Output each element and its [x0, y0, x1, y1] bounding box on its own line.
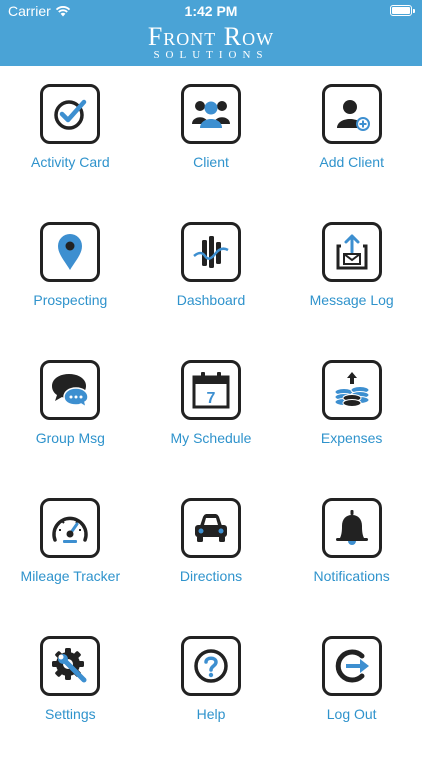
- bell-icon: [335, 510, 368, 545]
- logout-icon: [335, 649, 369, 683]
- menu-log-out[interactable]: Log Out: [281, 636, 422, 774]
- chat-bubbles-icon: [52, 374, 90, 409]
- brand-logo: Front Row SOLUTIONS: [0, 24, 422, 61]
- settings-gear-icon: [52, 648, 87, 683]
- menu-my-schedule[interactable]: 7 My Schedule: [141, 360, 282, 498]
- coins-icon: [334, 372, 370, 407]
- calendar-day-text: 7: [207, 390, 216, 407]
- menu-notifications[interactable]: Notifications: [281, 498, 422, 636]
- menu-label: Add Client: [319, 154, 384, 170]
- check-circle-icon: [54, 99, 87, 130]
- add-user-icon: [336, 100, 370, 131]
- menu-directions[interactable]: Directions: [141, 498, 282, 636]
- menu-label: Prospecting: [33, 292, 108, 308]
- car-icon: [194, 514, 227, 542]
- menu-add-client[interactable]: Add Client: [281, 84, 422, 222]
- menu-label: Log Out: [326, 706, 377, 722]
- map-pin-icon: [58, 234, 83, 270]
- menu-group-msg[interactable]: Group Msg: [0, 360, 141, 498]
- calendar-icon: 7: [192, 372, 230, 409]
- menu-dashboard[interactable]: Dashboard: [141, 222, 282, 360]
- battery-icon: [390, 5, 415, 16]
- menu-settings[interactable]: Settings: [0, 636, 141, 774]
- menu-grid: Activity Card Client Add Client Prospect…: [0, 84, 422, 774]
- help-icon: [194, 649, 228, 683]
- menu-mileage-tracker[interactable]: Mileage Tracker: [0, 498, 141, 636]
- menu-help[interactable]: Help: [141, 636, 282, 774]
- menu-client[interactable]: Client: [141, 84, 282, 222]
- menu-label: Group Msg: [35, 430, 105, 446]
- menu-label: Settings: [45, 706, 96, 722]
- menu-label: My Schedule: [170, 430, 252, 446]
- menu-prospecting[interactable]: Prospecting: [0, 222, 141, 360]
- menu-label: Activity Card: [31, 154, 110, 170]
- menu-label: Dashboard: [176, 292, 246, 308]
- menu-label: Expenses: [320, 430, 383, 446]
- app-header: Carrier 1:42 PM Front Row SOLUTIONS: [0, 0, 422, 66]
- menu-label: Client: [193, 154, 229, 170]
- menu-expenses[interactable]: Expenses: [281, 360, 422, 498]
- menu-label: Mileage Tracker: [20, 568, 121, 584]
- status-bar: Carrier 1:42 PM: [0, 0, 422, 22]
- dashboard-chart-icon: [193, 236, 229, 268]
- message-log-icon: [336, 234, 368, 270]
- brand-subtitle: SOLUTIONS: [153, 49, 269, 61]
- menu-activity-card[interactable]: Activity Card: [0, 84, 141, 222]
- menu-message-log[interactable]: Message Log: [281, 222, 422, 360]
- menu-label: Notifications: [313, 568, 390, 584]
- speedometer-icon: [52, 516, 89, 543]
- menu-label: Help: [196, 706, 226, 722]
- users-icon: [191, 101, 230, 128]
- menu-label: Directions: [179, 568, 243, 584]
- brand-title: Front Row: [147, 22, 275, 51]
- status-time: 1:42 PM: [184, 3, 238, 19]
- menu-label: Message Log: [309, 292, 394, 308]
